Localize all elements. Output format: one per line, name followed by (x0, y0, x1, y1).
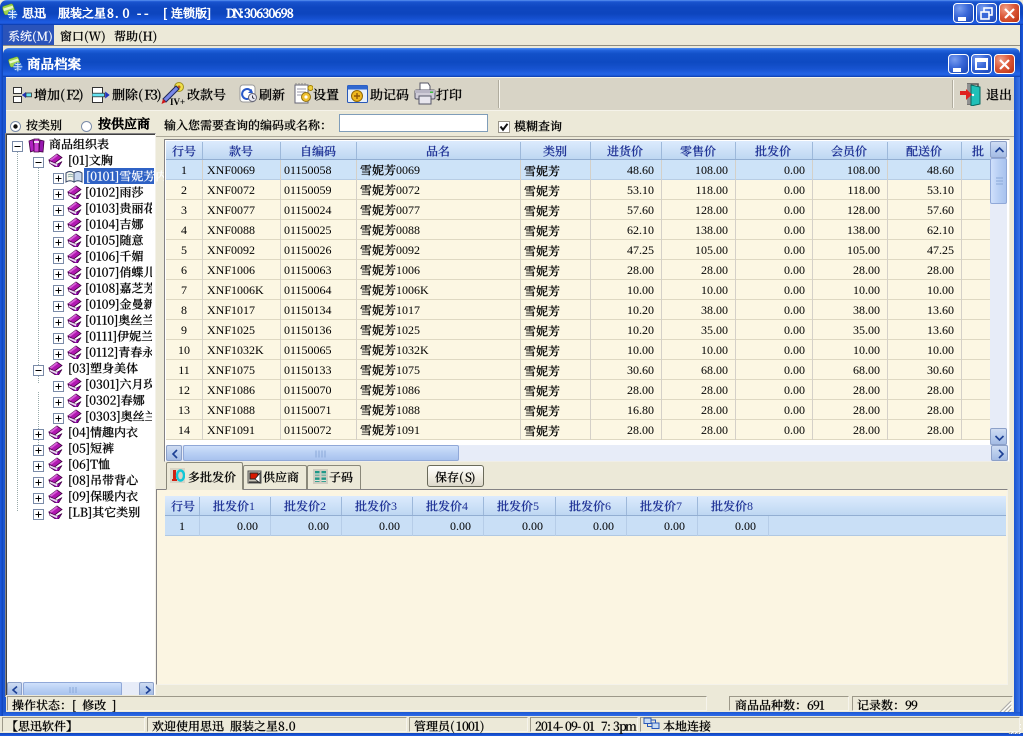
svg-text:IV+: IV+ (170, 97, 185, 106)
